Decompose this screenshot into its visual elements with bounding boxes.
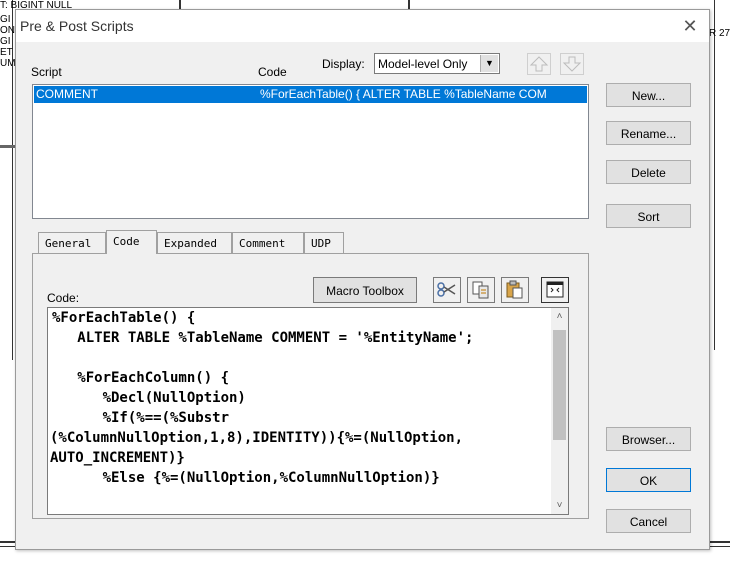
rename-button[interactable]: Rename... [606,121,691,145]
expand-editor-button[interactable] [541,277,569,303]
tab-comment[interactable]: Comment [232,232,304,253]
code-scrollbar[interactable]: ˄ ˅ [551,308,568,514]
scripts-list[interactable]: COMMENT %ForEachTable() { ALTER TABLE %T… [32,84,589,219]
paste-button[interactable] [501,277,529,303]
arrow-up-icon [529,56,549,72]
scroll-up-icon[interactable]: ˄ [551,308,568,325]
background-canvas-line [714,0,715,350]
code-tab-panel: Code: Macro Toolbox %ForEachTable() {AL… [32,253,589,519]
code-line: %ForEachTable() { [52,310,196,326]
paste-icon [506,280,523,299]
script-name: COMMENT [36,87,98,101]
tab-expanded[interactable]: Expanded [157,232,232,253]
code-line: %If(%==(%Substr [52,410,230,426]
copy-icon [472,281,489,299]
script-row[interactable]: COMMENT %ForEachTable() { ALTER TABLE %T… [34,86,587,103]
background-side-label: R 27 [709,28,730,39]
move-down-button[interactable] [560,53,584,75]
maximize-icon [546,281,564,298]
background-canvas-line [408,0,410,9]
scroll-down-icon[interactable]: ˅ [551,497,568,514]
browser-button[interactable]: Browser... [606,427,691,451]
chevron-down-icon[interactable]: ▼ [480,55,498,72]
macro-toolbox-button[interactable]: Macro Toolbox [313,277,417,303]
title-bar[interactable]: Pre & Post Scripts ✕ [16,10,709,42]
script-column-header: Script [31,65,62,79]
background-canvas-line [0,145,15,148]
pre-post-scripts-dialog: Pre & Post Scripts ✕ Script Code Display… [15,9,710,550]
tab-general[interactable]: General [38,232,106,253]
code-editor[interactable]: %ForEachTable() { ALTER TABLE %TableName… [47,307,569,515]
find-replace-button[interactable] [433,277,461,303]
sort-button[interactable]: Sort [606,204,691,228]
code-line: ALTER TABLE %TableName COMMENT = '%Entit… [52,330,474,346]
background-canvas-line [179,0,181,9]
tab-code[interactable]: Code [106,230,157,254]
code-line: %Decl(NullOption) [52,390,246,406]
dialog-title: Pre & Post Scripts [20,18,134,34]
code-column-header: Code [258,65,287,79]
move-up-button[interactable] [527,53,551,75]
scissors-icon [437,282,456,297]
close-icon[interactable]: ✕ [677,13,703,39]
code-line: (%ColumnNullOption,1,8),IDENTITY)){%=(Nu… [50,430,464,446]
script-tabs: General Code Expanded Comment UDP Code: … [32,230,589,521]
script-code-preview: %ForEachTable() { ALTER TABLE %TableName… [260,87,547,101]
cancel-button[interactable]: Cancel [606,509,691,533]
background-field-text: GI [0,36,11,47]
tab-udp[interactable]: UDP [304,232,344,253]
code-label: Code: [47,291,80,305]
display-label: Display: [322,57,365,71]
code-line: %Else {%=(NullOption,%ColumnNullOption)} [52,470,440,486]
copy-button[interactable] [467,277,495,303]
arrow-down-icon [562,56,582,72]
background-field-text: ET [0,47,13,58]
scrollbar-thumb[interactable] [553,330,566,440]
background-field-text: GI [0,14,11,25]
background-field-text: ON [0,25,15,36]
code-line: %ForEachColumn() { [52,370,230,386]
delete-button[interactable]: Delete [606,160,691,184]
display-select-value: Model-level Only [378,57,468,71]
background-field-text: UM [0,58,16,69]
display-select[interactable]: Model-level Only ▼ [374,53,500,74]
code-line: AUTO_INCREMENT)} [50,450,185,466]
ok-button[interactable]: OK [606,468,691,492]
new-button[interactable]: New... [606,83,691,107]
